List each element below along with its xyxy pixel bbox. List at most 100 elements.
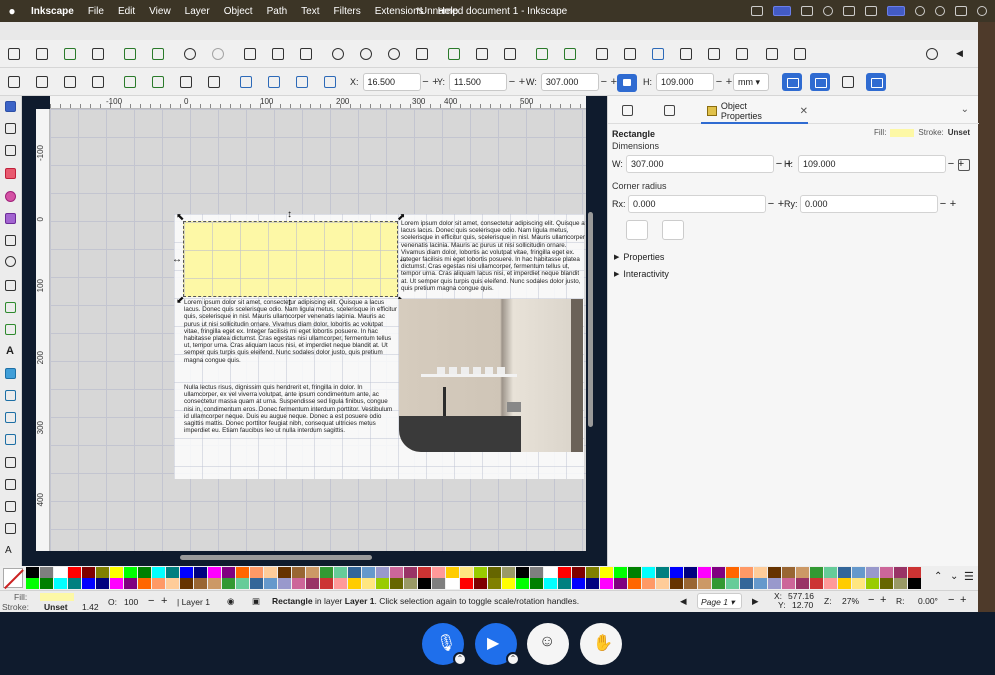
palette-swatch[interactable] (432, 567, 445, 578)
palette-swatch[interactable] (880, 578, 893, 589)
horizontal-scrollbar[interactable] (180, 555, 372, 560)
palette-swatch[interactable] (768, 567, 781, 578)
palette-swatch[interactable] (740, 567, 753, 578)
palette-swatch[interactable] (628, 567, 641, 578)
control-center-icon[interactable] (955, 6, 967, 16)
x-decrement-button[interactable]: − (421, 76, 431, 88)
palette-swatch[interactable] (390, 578, 403, 589)
palette-swatch[interactable] (54, 567, 67, 578)
palette-swatch[interactable] (768, 578, 781, 589)
palette-swatch[interactable] (236, 567, 249, 578)
palette-swatch[interactable] (852, 567, 865, 578)
calligraphy-tool-icon[interactable] (5, 324, 16, 335)
objects-icon[interactable] (736, 48, 748, 60)
w-input[interactable]: 307.000 (540, 73, 599, 91)
ry-decrement[interactable]: − (938, 198, 948, 210)
palette-swatch[interactable] (68, 567, 81, 578)
drawing-canvas[interactable]: ⬉ ↕ ⬈ ↔ ↔ ⬋ ↕ ⬊ Lorem ipsum dolor sit am… (50, 109, 586, 551)
document-properties-icon[interactable] (766, 48, 778, 60)
eraser-tool-icon[interactable] (5, 501, 16, 512)
palette-swatch[interactable] (320, 567, 333, 578)
chevron-down-icon[interactable]: ⌄ (961, 104, 969, 115)
fill-stroke-tab-icon[interactable] (622, 105, 633, 116)
node-tool-icon[interactable] (5, 123, 16, 134)
palette-swatch[interactable] (460, 578, 473, 589)
text-block-left-p1[interactable]: Lorem ipsum dolor sit amet, consectetur … (184, 299, 398, 385)
status-fill-swatch[interactable] (40, 593, 74, 601)
palette-swatch[interactable] (558, 567, 571, 578)
palette-swatch[interactable] (852, 578, 865, 589)
opacity-value[interactable]: 100 (124, 597, 138, 607)
y-input[interactable]: 11.500 (449, 73, 508, 91)
palette-swatch[interactable] (866, 578, 879, 589)
palette-swatch[interactable] (600, 578, 613, 589)
scale-stroke-button[interactable] (782, 73, 802, 91)
palette-swatch[interactable] (754, 578, 767, 589)
palette-swatch[interactable] (96, 578, 109, 589)
palette-swatch[interactable] (362, 567, 375, 578)
palette-swatch[interactable] (782, 567, 795, 578)
layer-visibility-icon[interactable]: ◉ (227, 596, 234, 607)
palette-swatch[interactable] (544, 578, 557, 589)
camera-icon[interactable] (801, 6, 813, 16)
print-icon[interactable] (92, 48, 104, 60)
vertical-scrollbar[interactable] (588, 212, 593, 427)
preferences-icon[interactable] (794, 48, 806, 60)
mesh-tool-icon[interactable] (5, 390, 16, 401)
palette-swatch[interactable] (600, 567, 613, 578)
palette-swatch[interactable] (362, 578, 375, 589)
mic-options-chevron-icon[interactable]: ⌃ (453, 652, 467, 666)
rotate-ccw-icon[interactable] (124, 76, 136, 88)
redo-icon[interactable] (212, 48, 224, 60)
palette-swatch[interactable] (656, 567, 669, 578)
interactivity-expander[interactable]: ▶ Interactivity (614, 269, 669, 279)
palette-swatch[interactable] (796, 567, 809, 578)
palette-swatch[interactable] (740, 578, 753, 589)
zoom-value[interactable]: 27% (842, 596, 859, 606)
ry-increment[interactable]: + (948, 198, 958, 210)
menu-text[interactable]: Text (294, 6, 326, 17)
page-selector[interactable]: Page 1 ▾ (697, 593, 742, 609)
palette-swatch[interactable] (404, 567, 417, 578)
palette-swatch[interactable] (124, 567, 137, 578)
selected-rectangle[interactable] (183, 221, 398, 297)
paste-icon[interactable] (300, 48, 312, 60)
zoom-decrement[interactable]: − (868, 594, 874, 606)
opacity-decrement[interactable]: − (148, 595, 154, 607)
palette-swatch[interactable] (54, 578, 67, 589)
lower-icon[interactable] (296, 76, 308, 88)
next-page-icon[interactable]: ▶ (752, 596, 759, 607)
import-icon[interactable] (124, 48, 136, 60)
palette-swatch[interactable] (222, 567, 235, 578)
palette-swatch[interactable] (684, 578, 697, 589)
palette-swatch[interactable] (838, 578, 851, 589)
h-decrement-button[interactable]: − (714, 76, 724, 88)
panel-w-decrement[interactable]: − (774, 158, 784, 170)
panel-w-input[interactable]: 307.000 (626, 155, 774, 173)
flip-vertical-icon[interactable] (208, 76, 220, 88)
save-icon[interactable] (64, 48, 76, 60)
palette-swatch[interactable] (40, 578, 53, 589)
palette-swatch[interactable] (460, 567, 473, 578)
palette-swatch[interactable] (334, 578, 347, 589)
grid-icon[interactable] (865, 6, 877, 16)
palette-swatch[interactable] (96, 567, 109, 578)
selector-tool-icon[interactable] (5, 101, 16, 112)
palette-swatch[interactable] (782, 578, 795, 589)
clone-icon[interactable] (476, 48, 488, 60)
palette-swatch[interactable] (670, 567, 683, 578)
palette-swatch[interactable] (292, 578, 305, 589)
palette-swatch[interactable] (110, 578, 123, 589)
palette-swatch[interactable] (180, 567, 193, 578)
palette-swatch[interactable] (40, 567, 53, 578)
spiral-tool-icon[interactable] (5, 256, 16, 267)
zoom-fit-icon[interactable] (416, 48, 428, 60)
paint-bucket-tool-icon[interactable] (5, 434, 16, 445)
palette-swatch[interactable] (726, 578, 739, 589)
palette-swatch[interactable] (348, 578, 361, 589)
text-block-right[interactable]: Lorem ipsum dolor sit amet, consectetur … (401, 220, 585, 298)
select-all-layers-icon[interactable] (36, 76, 48, 88)
palette-swatch[interactable] (544, 567, 557, 578)
palette-swatch[interactable] (166, 567, 179, 578)
3d-box-tool-icon[interactable] (5, 235, 16, 246)
